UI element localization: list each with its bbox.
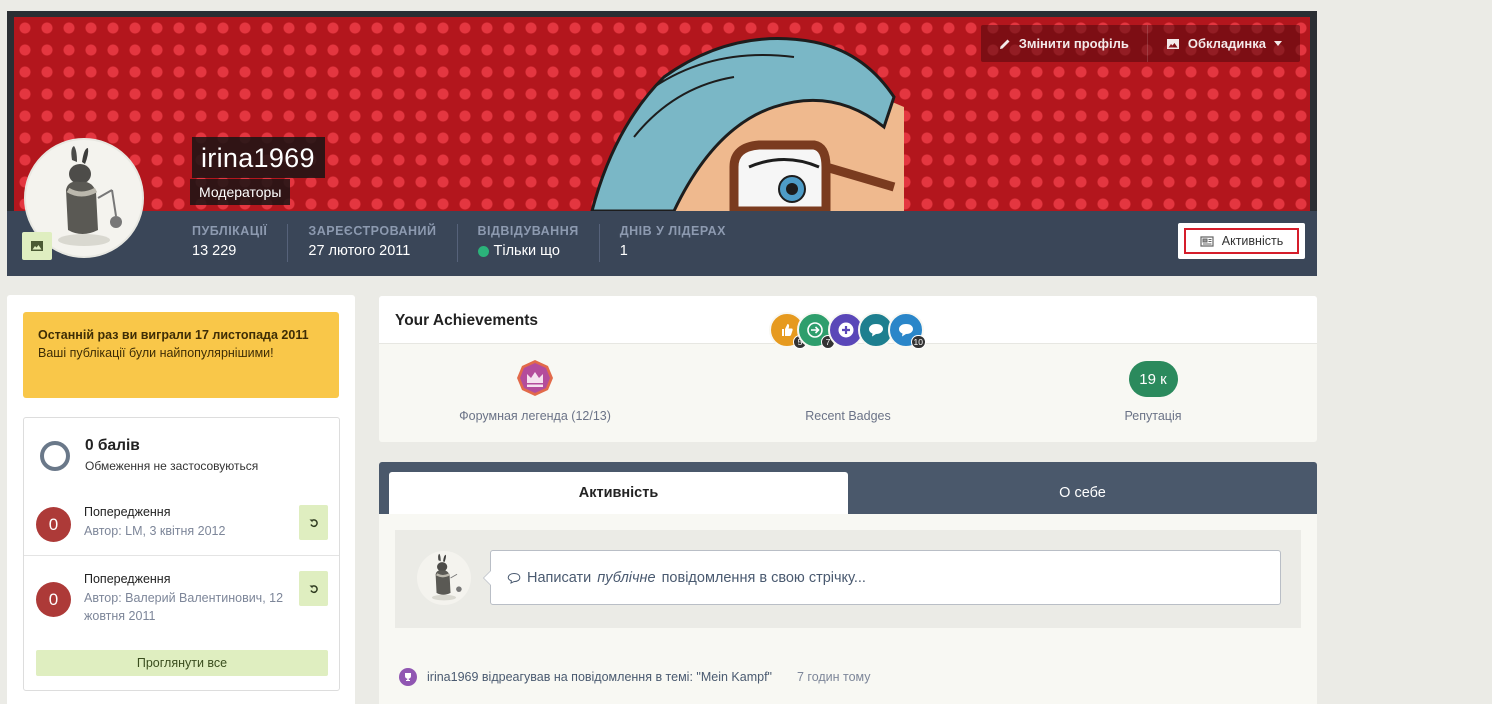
stat-value: Тільки що xyxy=(477,243,579,259)
stat-posts: ПУБЛІКАЦІЇ 13 229 xyxy=(192,224,287,262)
comments-icon xyxy=(899,324,913,337)
stat-registered-value: 27 лютого 2011 xyxy=(308,243,411,259)
badge-comments[interactable]: 10 xyxy=(888,312,926,349)
activity-item-text[interactable]: irina1969 відреагував на повідомлення в … xyxy=(427,670,772,684)
activity-button[interactable]: Активність xyxy=(1184,228,1299,254)
newspaper-icon xyxy=(1200,235,1214,247)
edit-profile-button[interactable]: Змінити профіль xyxy=(981,25,1147,62)
stat-posts-value: 13 229 xyxy=(192,243,237,259)
comment-outline-icon xyxy=(507,572,521,584)
warning-item: 0 Попередження Автор: LM, 3 квітня 2012 xyxy=(24,489,339,555)
change-avatar-button[interactable] xyxy=(22,232,52,260)
cover-actions: Змінити профіль Обкладинка xyxy=(980,25,1300,62)
stat-days-leader: ДНІВ У ЛІДЕРАХ 1 xyxy=(598,224,746,262)
activity-button-label: Активність xyxy=(1221,234,1284,248)
composer-prefix: Написати xyxy=(527,569,592,586)
status-composer: Написати публічне повідомлення в свою ст… xyxy=(395,530,1301,628)
image-icon xyxy=(31,241,43,251)
activity-button-wrap: Активність xyxy=(1178,223,1305,259)
plus-icon xyxy=(838,322,854,338)
profile-tabs: Активність О себе xyxy=(379,462,1317,514)
online-status-icon xyxy=(477,245,489,257)
image-icon xyxy=(1166,38,1179,49)
points-ring-icon xyxy=(40,441,70,471)
composer-avatar[interactable] xyxy=(417,551,471,605)
warning-points-badge: 0 xyxy=(36,582,71,617)
win-notice-title: Останній раз ви виграли 17 листопада 201… xyxy=(38,328,309,342)
trophy-icon xyxy=(399,668,417,686)
activity-item: irina1969 відреагував на повідомлення в … xyxy=(399,668,871,686)
rank-column: Форумная легенда (12/13) xyxy=(379,344,691,442)
win-notice-subtitle: Ваші публікації були найпопулярнішими! xyxy=(38,346,274,360)
reputation-badge[interactable]: 19 к xyxy=(1128,361,1178,397)
profile-feed: Активність О себе Написати публічне пові… xyxy=(379,462,1317,704)
pencil-icon xyxy=(999,39,1010,49)
stat-label: ЗАРЕЄСТРОВАНИЙ xyxy=(308,224,437,238)
leaderboard-win-notice: Останній раз ви виграли 17 листопада 201… xyxy=(23,312,339,398)
composer-emphasis: публічне xyxy=(597,569,656,586)
warning-points-badge: 0 xyxy=(36,507,71,542)
warning-points-box: 0 балів Обмеження не застосовуються 0 По… xyxy=(23,417,340,691)
warning-author: Автор: Валерий Валентинович, 12 жовтня 2… xyxy=(84,591,284,623)
cover-photo-menu-button[interactable]: Обкладинка xyxy=(1146,25,1300,62)
tab-activity[interactable]: Активність xyxy=(389,472,848,514)
stat-value: 1 xyxy=(620,243,726,259)
warning-title[interactable]: Попередження xyxy=(84,572,170,586)
revoke-warning-button[interactable] xyxy=(299,505,328,540)
warning-author: Автор: LM, 3 квітня 2012 xyxy=(84,524,226,538)
stat-label: ПУБЛІКАЦІЇ xyxy=(192,224,268,238)
stat-label: ВІДВІДУВАННЯ xyxy=(477,224,579,238)
reputation-column: 19 к Репутація xyxy=(997,344,1309,442)
cover-photo-label: Обкладинка xyxy=(1187,36,1266,51)
recent-badges-label[interactable]: Recent Badges xyxy=(805,409,890,423)
rabbit-avatar-image xyxy=(431,553,462,601)
view-all-warnings-button[interactable]: Проглянути все xyxy=(36,650,328,676)
points-title: 0 балів xyxy=(85,437,140,454)
stat-value: 13 229 xyxy=(192,243,267,259)
points-subtitle: Обмеження не застосовуються xyxy=(85,459,259,473)
badges-column: Recent Badges xyxy=(692,344,1004,442)
thumbs-up-icon xyxy=(782,324,793,336)
stat-last-visit-value: Тільки що xyxy=(493,243,560,259)
comment-icon xyxy=(869,324,883,337)
composer-suffix: повідомлення в свою стрічку... xyxy=(661,569,866,586)
warning-title[interactable]: Попередження xyxy=(84,505,170,519)
profile-sidebar: Останній раз ви виграли 17 листопада 201… xyxy=(7,295,355,704)
profile-username: irina1969 xyxy=(192,137,325,178)
undo-icon xyxy=(309,518,318,527)
stat-label: ДНІВ У ЛІДЕРАХ xyxy=(619,224,726,238)
revoke-warning-button[interactable] xyxy=(299,571,328,606)
stat-registered: ЗАРЕЄСТРОВАНИЙ 27 лютого 2011 xyxy=(287,224,456,262)
rank-crown-icon[interactable] xyxy=(516,359,554,397)
rank-label[interactable]: Форумная легенда (12/13) xyxy=(459,409,611,423)
stat-value: 27 лютого 2011 xyxy=(308,243,436,259)
stat-days-leader-value: 1 xyxy=(619,243,628,259)
activity-item-time: 7 годин тому xyxy=(796,670,871,684)
caret-down-icon xyxy=(1274,41,1282,46)
edit-profile-label: Змінити профіль xyxy=(1018,36,1129,51)
status-update-input[interactable]: Написати публічне повідомлення в свою ст… xyxy=(483,550,1281,605)
stat-last-visit: ВІДВІДУВАННЯ Тільки що xyxy=(456,224,599,262)
reputation-label: Репутація xyxy=(1124,409,1182,423)
profile-stats: ПУБЛІКАЦІЇ 13 229 ЗАРЕЄСТРОВАНИЙ 27 люто… xyxy=(192,224,746,262)
profile-group: Модераторы xyxy=(190,179,291,205)
warning-item: 0 Попередження Автор: Валерий Валентинов… xyxy=(24,555,339,623)
profile-cover: Змінити профіль Обкладинка irina1969 Мод… xyxy=(7,11,1317,276)
undo-icon xyxy=(309,584,318,593)
achievements-panel: Your Achievements Форумная легенда (12/1… xyxy=(379,296,1317,442)
sign-in-icon xyxy=(807,322,823,338)
tab-about[interactable]: О себе xyxy=(848,472,1317,514)
